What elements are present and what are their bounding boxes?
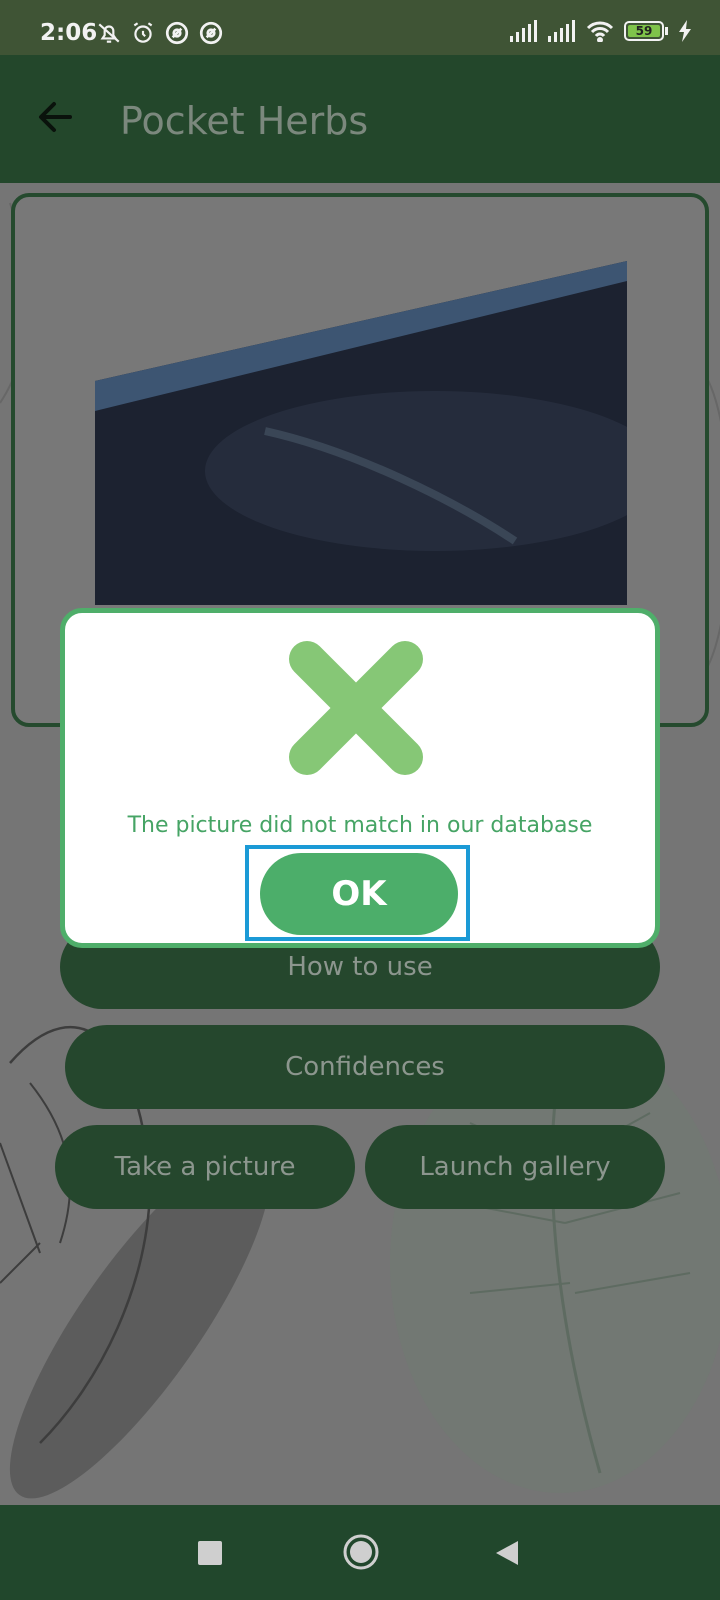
battery-level: 59	[628, 25, 660, 37]
launch-gallery-button[interactable]: Launch gallery	[365, 1125, 665, 1209]
recents-square-icon[interactable]	[198, 1541, 222, 1565]
arrow-left-icon	[39, 102, 72, 132]
close-x-icon	[289, 641, 423, 775]
app-icon	[199, 21, 223, 45]
alarm-icon	[133, 22, 153, 43]
system-nav-bar	[0, 1505, 720, 1600]
ok-button[interactable]: OK	[260, 853, 458, 935]
app-bar: Pocket Herbs	[0, 55, 720, 183]
charging-icon	[679, 20, 691, 42]
take-picture-button[interactable]: Take a picture	[55, 1125, 355, 1209]
back-triangle-icon[interactable]	[494, 1539, 520, 1567]
status-bar: 2:06 59	[0, 0, 720, 55]
notifications-off-icon	[98, 23, 120, 43]
status-left-icons	[96, 20, 224, 46]
status-right-icons: 59	[510, 20, 692, 42]
cell-signal-icon	[510, 20, 537, 42]
captured-photo	[95, 201, 627, 605]
wifi-icon	[586, 21, 614, 42]
status-time: 2:06	[40, 20, 98, 46]
cell-signal-icon	[548, 20, 575, 42]
home-circle-icon[interactable]	[342, 1533, 380, 1571]
confidences-button[interactable]: Confidences	[65, 1025, 665, 1109]
no-match-dialog: The picture did not match in our databas…	[60, 608, 660, 948]
ok-button-focus-outline: OK	[245, 845, 470, 941]
battery-icon: 59	[624, 21, 668, 41]
back-button[interactable]	[32, 93, 80, 141]
dialog-message: The picture did not match in our databas…	[127, 813, 593, 838]
app-icon	[165, 21, 189, 45]
app-title: Pocket Herbs	[120, 99, 369, 143]
